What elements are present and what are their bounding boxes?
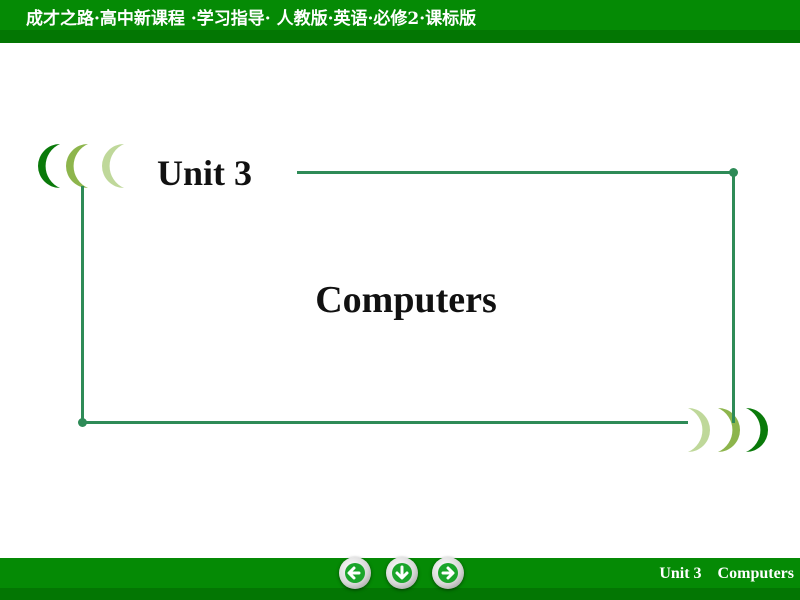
header-bar-shadow [0, 30, 800, 43]
down-button[interactable] [386, 557, 418, 589]
unit-title: Unit 3 [157, 153, 253, 193]
crescent-decoration-left [38, 144, 124, 188]
header-bar: 成才之路·高中新课程 ·学习指导· 人教版·英语·必修2·课标版 [0, 0, 800, 30]
footer-bar-shadow [0, 588, 800, 600]
crescent-light-icon [102, 144, 124, 188]
frame-top-line [297, 171, 734, 174]
frame-bottom-line [82, 421, 688, 424]
crescent-light-icon [688, 408, 710, 452]
crescent-decoration-right [688, 408, 768, 452]
header-title: 成才之路·高中新课程 ·学习指导· 人教版·英语·必修2·课标版 [26, 9, 477, 29]
arrow-down-icon [392, 563, 412, 583]
arrow-right-icon [438, 563, 458, 583]
crescent-mid-icon [66, 144, 88, 188]
slide-title: Computers [315, 279, 497, 321]
crescent-mid-icon [718, 408, 740, 452]
previous-button[interactable] [339, 557, 371, 589]
footer-caption: Unit 3 Computers [659, 565, 794, 582]
frame-right-line-overlap [732, 405, 735, 423]
crescent-dark-icon [746, 408, 768, 452]
arrow-left-icon [345, 563, 365, 583]
crescent-dark-icon [38, 144, 60, 188]
next-button[interactable] [432, 557, 464, 589]
